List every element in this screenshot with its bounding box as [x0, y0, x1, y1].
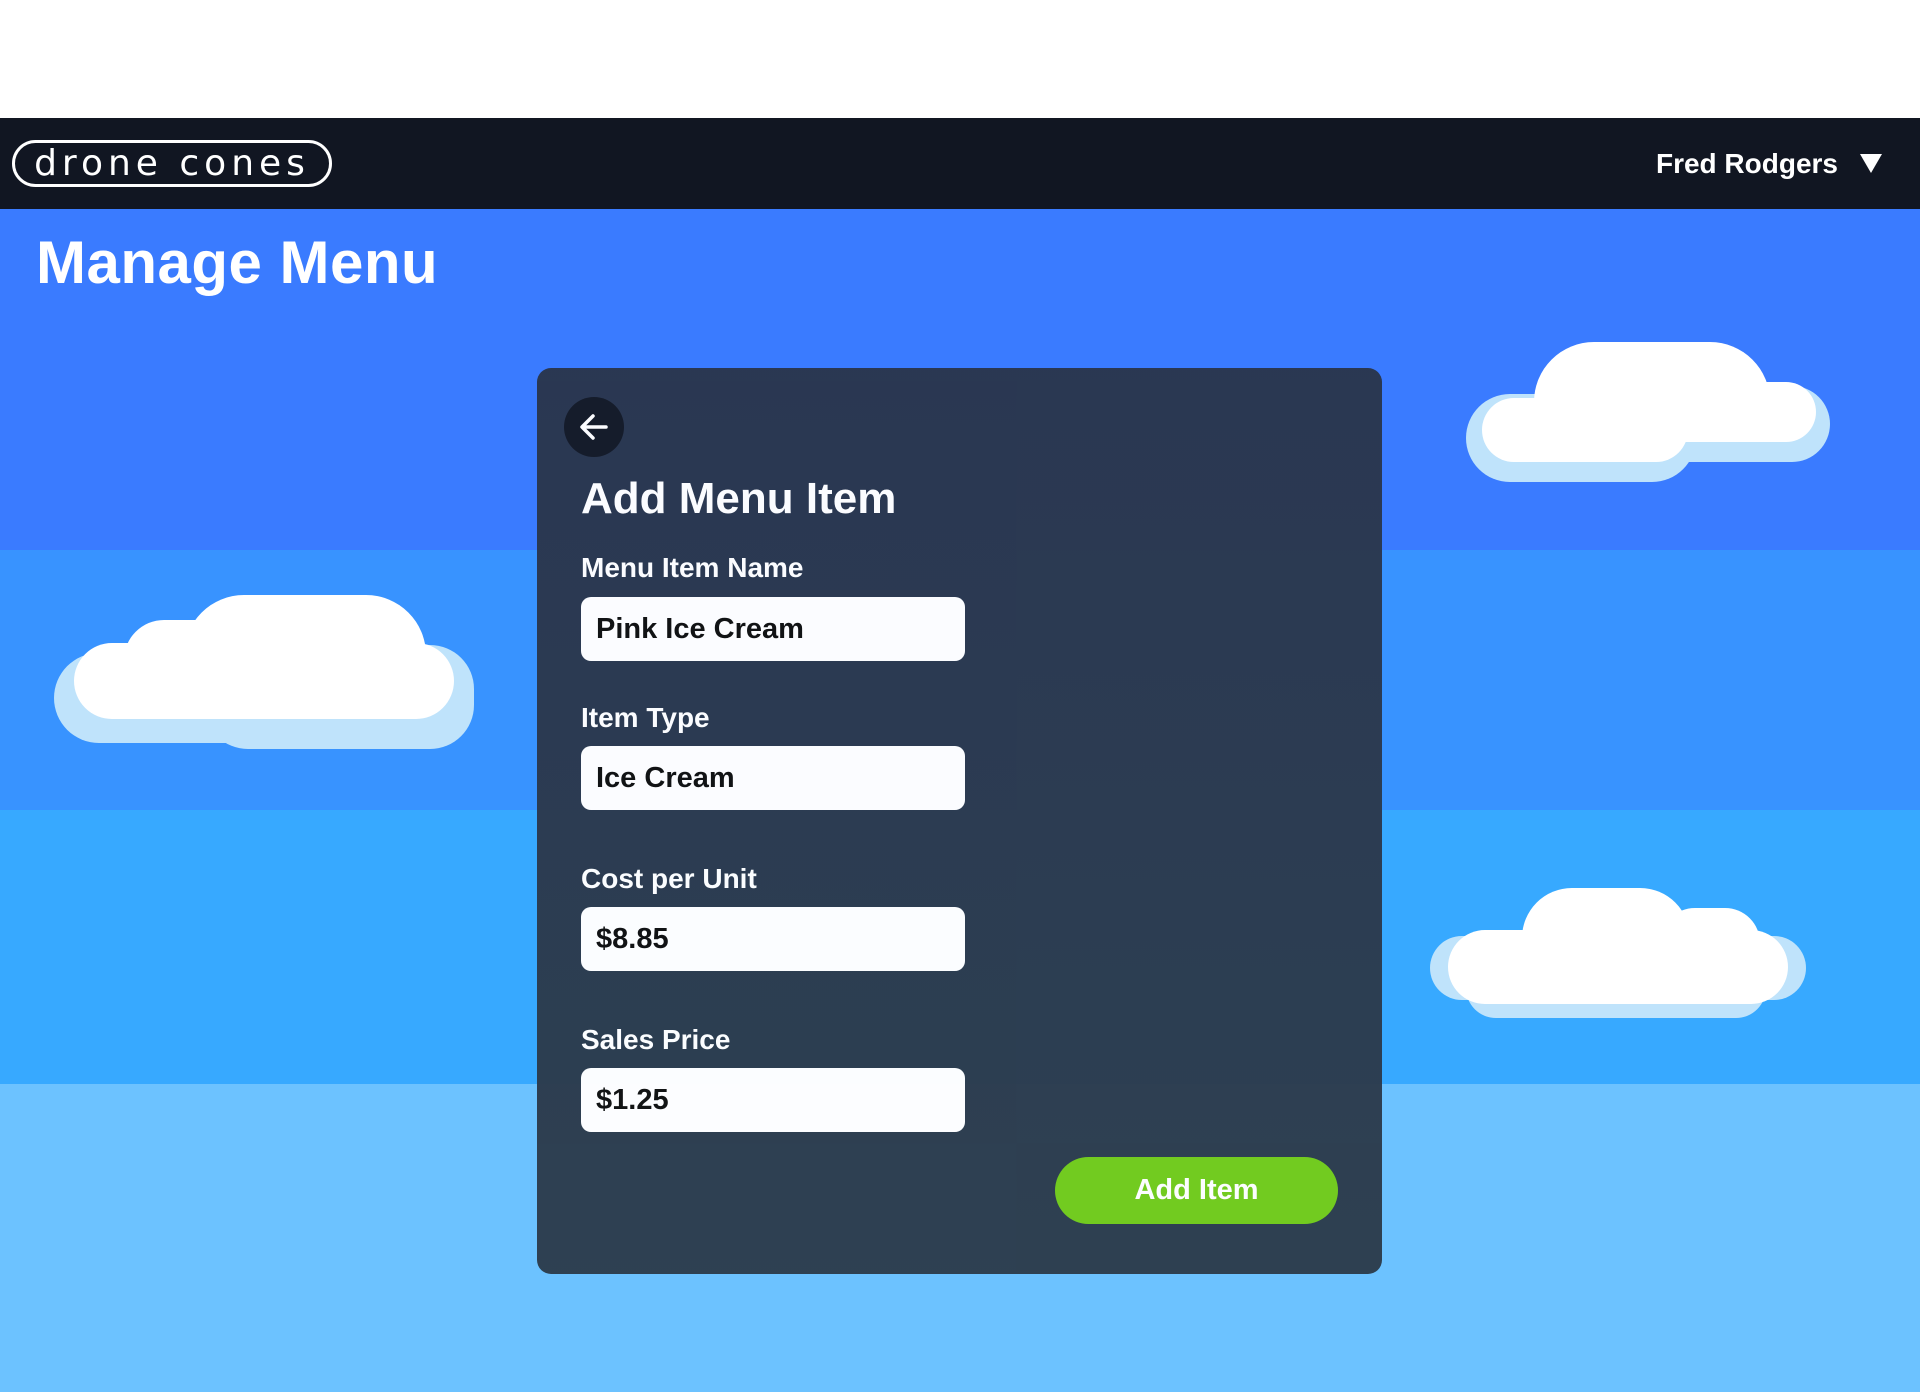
add-item-button[interactable]: Add Item	[1055, 1157, 1338, 1224]
sales-price-label: Sales Price	[581, 1024, 731, 1055]
cost-per-unit-input[interactable]	[581, 907, 965, 971]
brand-logo-text: Drone Cones	[34, 142, 310, 184]
top-navbar: Drone Cones Fred Rodgers	[0, 118, 1920, 209]
brand-logo[interactable]: Drone Cones	[12, 140, 332, 187]
add-menu-item-card: Add Menu Item Menu Item Name Item Type C…	[537, 368, 1382, 1274]
page-title: Manage Menu	[36, 229, 439, 296]
form-title: Add Menu Item	[581, 474, 897, 523]
cloud-decoration	[1466, 342, 1830, 482]
item-type-input[interactable]	[581, 746, 965, 810]
user-menu[interactable]: Fred Rodgers	[1656, 118, 1882, 209]
caret-down-icon[interactable]	[1860, 154, 1882, 173]
user-name: Fred Rodgers	[1655, 147, 1838, 179]
app-root: Drone Cones Fred Rodgers Manage Menu Add…	[0, 0, 1920, 1392]
item-type-label: Item Type	[581, 702, 710, 733]
menu-item-name-label: Menu Item Name	[581, 552, 804, 583]
arrow-left-icon	[580, 414, 608, 440]
cloud-decoration	[54, 595, 474, 749]
cloud-decoration	[1430, 888, 1806, 1018]
sales-price-input[interactable]	[581, 1068, 965, 1132]
cost-per-unit-label: Cost per Unit	[581, 863, 757, 894]
back-button[interactable]	[564, 397, 624, 457]
menu-item-name-input[interactable]	[581, 597, 965, 661]
